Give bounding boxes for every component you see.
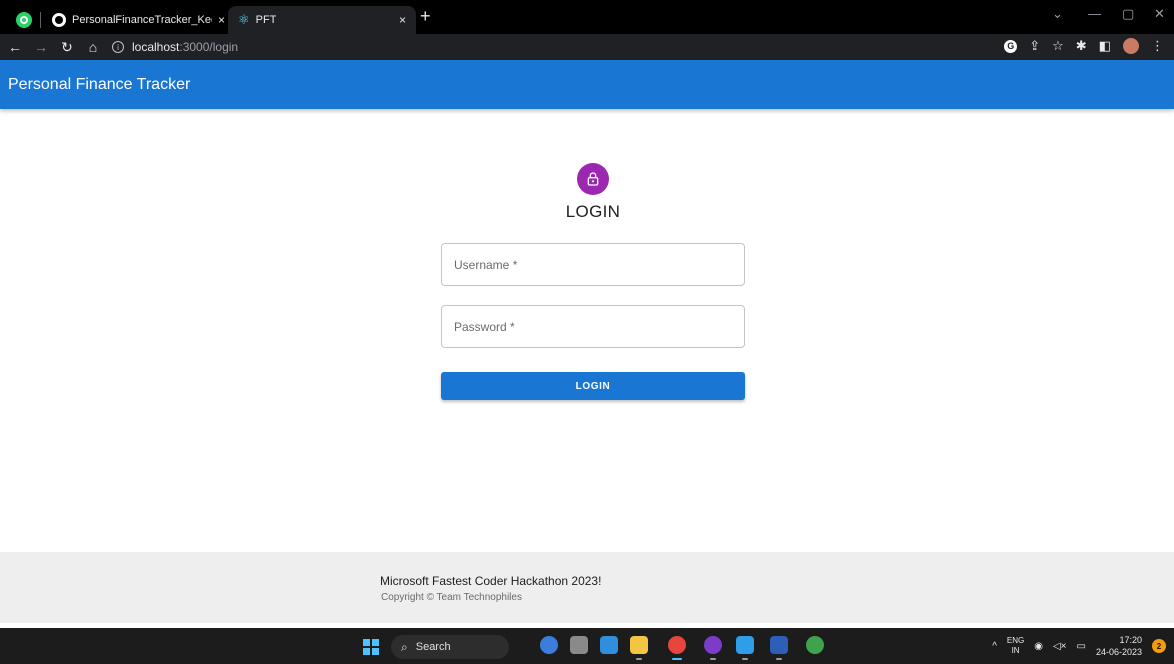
language-line: ENG — [1006, 636, 1025, 645]
close-window-icon[interactable]: ✕ — [1154, 6, 1165, 22]
footer-title: Microsoft Fastest Coder Hackathon 2023! — [380, 574, 602, 588]
google-icon[interactable]: G — [1004, 39, 1018, 53]
login-button[interactable]: LOGIN — [441, 372, 745, 400]
bookmark-star-icon[interactable]: ☆ — [1052, 38, 1064, 54]
system-tray: ^ ENG IN ◉ ◁× ▭ 17:20 24-06-2023 2 — [992, 632, 1166, 660]
back-icon[interactable]: ← — [4, 39, 26, 55]
username-input[interactable] — [442, 244, 744, 285]
taskbar-search-label: Search — [415, 641, 451, 653]
tab-close-icon[interactable]: × — [218, 13, 225, 27]
mongodb-icon[interactable] — [806, 636, 824, 654]
lock-icon — [587, 172, 599, 186]
app-bar: Personal Finance Tracker — [0, 60, 1174, 109]
clock-date: 24-06-2023 — [1095, 647, 1142, 657]
word-icon[interactable] — [770, 636, 788, 660]
extensions-icon[interactable]: ✱ — [1076, 38, 1087, 54]
lock-avatar — [577, 163, 609, 195]
share-icon[interactable]: ⇪ — [1029, 38, 1040, 54]
github-icon — [52, 13, 66, 27]
footer-copyright: Copyright © Team Technophiles — [381, 592, 522, 603]
toolbar-icons: G ⇪ ☆ ✱ ◧ ⋮ — [1004, 38, 1164, 54]
browser-tab-bar: PersonalFinanceTracker_Keerthar × ⚛ PFT … — [0, 0, 1174, 34]
language-indicator[interactable]: ENG IN — [1007, 636, 1024, 656]
tab-close-icon[interactable]: × — [399, 13, 406, 27]
file-explorer-icon[interactable] — [630, 636, 648, 660]
new-tab-button[interactable]: + — [420, 6, 431, 26]
vscode-icon[interactable] — [736, 636, 754, 660]
username-field[interactable] — [441, 243, 745, 286]
task-view-icon[interactable] — [570, 636, 588, 654]
whatsapp-icon — [16, 12, 32, 28]
tab-separator — [40, 12, 41, 28]
reload-icon[interactable]: ↻ — [56, 39, 78, 56]
tab-title: PFT — [255, 14, 277, 26]
react-icon: ⚛ — [238, 12, 250, 27]
github-desktop-icon[interactable] — [704, 636, 722, 660]
mail-icon[interactable] — [600, 636, 618, 654]
login-heading: LOGIN — [565, 202, 621, 221]
bing-icon[interactable] — [540, 636, 558, 654]
home-icon[interactable]: ⌂ — [82, 39, 104, 55]
profile-avatar[interactable] — [1123, 38, 1139, 54]
tab-title: PersonalFinanceTracker_Keerthar — [72, 14, 212, 26]
app-title: Personal Finance Tracker — [8, 75, 191, 93]
taskbar-search[interactable]: ⌕ Search — [391, 635, 509, 659]
wifi-icon[interactable]: ◉ — [1034, 641, 1043, 652]
password-input[interactable] — [442, 306, 744, 347]
restore-icon[interactable]: ▢ — [1122, 6, 1134, 22]
url-path: :3000/login — [179, 40, 239, 54]
windows-taskbar: ⌕ Search ^ ENG IN ◉ ◁× ▭ 17:20 24-06-202… — [0, 628, 1174, 664]
battery-icon[interactable]: ▭ — [1077, 641, 1086, 652]
password-field[interactable] — [441, 305, 745, 348]
footer: Microsoft Fastest Coder Hackathon 2023! … — [0, 552, 1174, 623]
tab-github[interactable]: PersonalFinanceTracker_Keerthar × — [46, 6, 226, 34]
search-icon: ⌕ — [401, 639, 408, 654]
tab-whatsapp[interactable] — [10, 6, 38, 34]
region-line: IN — [1011, 646, 1020, 655]
url-host: localhost — [132, 40, 180, 54]
side-panel-icon[interactable]: ◧ — [1099, 38, 1111, 54]
tab-pft[interactable]: ⚛ PFT × — [228, 6, 416, 34]
volume-muted-icon[interactable]: ◁× — [1053, 641, 1067, 652]
browser-address-bar: ← → ↻ ⌂ i localhost:3000/login G ⇪ ☆ ✱ ◧… — [0, 34, 1174, 60]
info-icon[interactable]: i — [112, 41, 124, 53]
clock-time: 17:20 — [1119, 635, 1142, 645]
menu-icon[interactable]: ⋮ — [1151, 38, 1164, 54]
tray-overflow-icon[interactable]: ^ — [992, 641, 997, 652]
chrome-icon[interactable] — [668, 636, 686, 660]
tab-search-icon[interactable]: ⌄ — [1052, 6, 1063, 22]
url-input[interactable]: i localhost:3000/login — [112, 36, 982, 58]
notification-badge[interactable]: 2 — [1152, 639, 1166, 653]
minimize-icon[interactable]: — — [1088, 6, 1101, 21]
forward-icon[interactable]: → — [30, 39, 52, 55]
clock[interactable]: 17:20 24-06-2023 — [1096, 634, 1142, 658]
windows-start-icon[interactable] — [363, 639, 379, 655]
